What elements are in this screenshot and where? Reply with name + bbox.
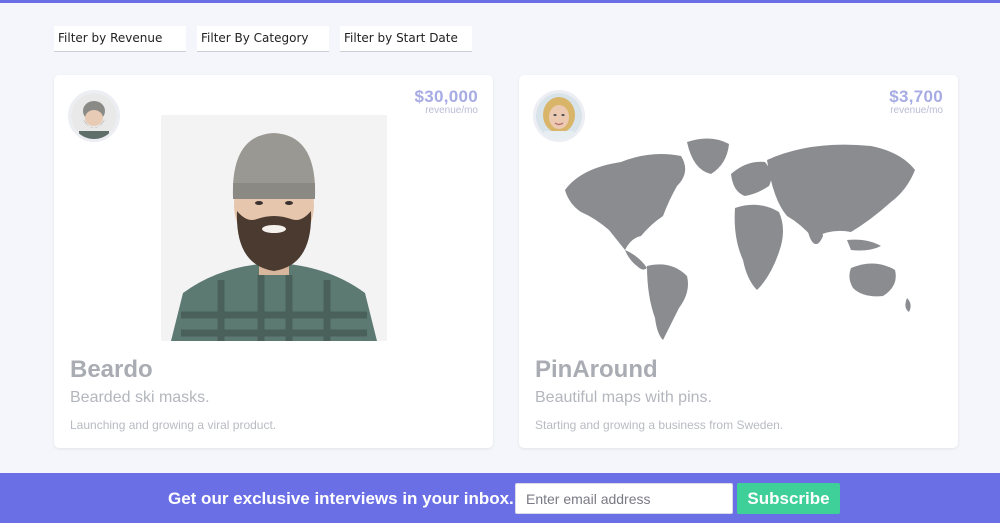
subscribe-button[interactable]: Subscribe xyxy=(737,483,840,514)
revenue-amount: $30,000 xyxy=(414,87,478,106)
revenue-unit: revenue/mo xyxy=(890,105,943,116)
company-tagline: Beautiful maps with pins. xyxy=(535,389,712,406)
avatar xyxy=(68,90,120,142)
filter-category[interactable]: Filter By Category xyxy=(197,26,329,52)
top-accent-bar xyxy=(0,0,1000,3)
email-input[interactable] xyxy=(515,483,733,514)
newsletter-prompt: Get our exclusive interviews in your inb… xyxy=(168,489,514,508)
interview-description: Starting and growing a business from Swe… xyxy=(535,418,784,432)
newsletter-banner: Get our exclusive interviews in your inb… xyxy=(0,473,1000,523)
revenue-block: $30,000 revenue/mo xyxy=(414,87,478,116)
interview-card-beardo[interactable]: $30,000 revenue/mo Beardo Bearded ski ma… xyxy=(54,75,493,448)
company-tagline: Bearded ski masks. xyxy=(70,389,210,406)
interview-description: Launching and growing a viral product. xyxy=(70,418,277,432)
product-photo xyxy=(161,115,387,341)
revenue-block: $3,700 revenue/mo xyxy=(889,87,943,116)
filter-start-date[interactable]: Filter by Start Date xyxy=(340,26,472,52)
filter-bar: Filter by Revenue Filter By Category Fil… xyxy=(54,26,472,52)
world-map-image xyxy=(551,120,931,345)
company-name[interactable]: PinAround xyxy=(535,356,658,384)
revenue-amount: $3,700 xyxy=(889,87,943,106)
company-name[interactable]: Beardo xyxy=(70,356,153,384)
filter-revenue[interactable]: Filter by Revenue xyxy=(54,26,186,52)
interview-card-pinaround[interactable]: $3,700 revenue/mo PinAround Beautiful ma… xyxy=(519,75,958,448)
